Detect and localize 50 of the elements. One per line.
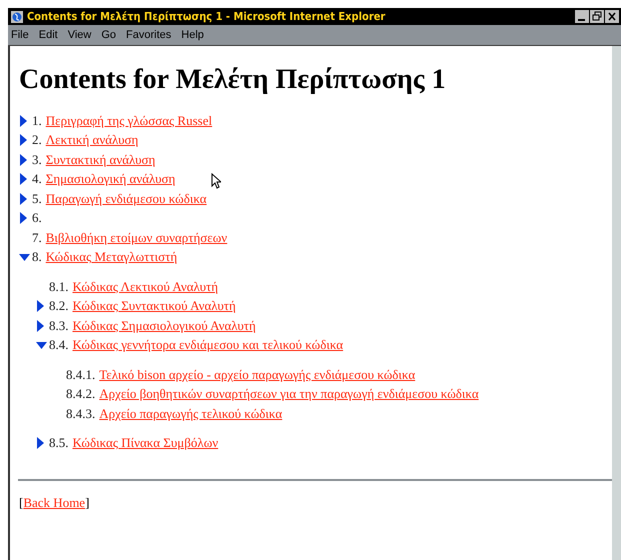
contents-link[interactable]: Κώδικας Μεταγλωττιστή bbox=[46, 249, 178, 266]
window-title: Contents for Μελέτη Περίπτωσης 1 - Microsoft Internet Explorer bbox=[27, 10, 386, 23]
minimize-icon[interactable] bbox=[575, 10, 589, 23]
item-number: 1. bbox=[32, 112, 42, 129]
menu-item[interactable]: Edit bbox=[38, 29, 58, 41]
item-number: 8.4.3. bbox=[66, 406, 96, 422]
item-number: 8.2. bbox=[49, 298, 68, 314]
menu-item[interactable]: Favorites bbox=[126, 29, 172, 41]
contents-link[interactable]: Κώδικας γεννήτορα ενδιάμεσου και τελικού κώδικα bbox=[72, 337, 344, 354]
contents-link[interactable]: Συντακτική ανάλυση bbox=[46, 152, 156, 168]
menu-item[interactable]: File bbox=[11, 29, 29, 41]
contents-link[interactable]: Βιβλιοθήκη ετοίμων συναρτήσεων bbox=[46, 230, 228, 246]
item-number: 8.4.1. bbox=[66, 366, 96, 383]
restore-icon[interactable] bbox=[590, 10, 604, 23]
bracket: [ bbox=[19, 495, 24, 510]
close-icon[interactable] bbox=[605, 10, 619, 23]
pointer-icon bbox=[211, 173, 221, 189]
item-number: 8.4.2. bbox=[66, 386, 96, 402]
item-number: 6. bbox=[32, 210, 42, 226]
item-number: 8.4. bbox=[49, 337, 68, 354]
globe-icon bbox=[11, 10, 23, 22]
contents-link[interactable]: Κώδικας Λεκτικού Αναλυτή bbox=[72, 278, 218, 295]
contents-link[interactable]: Παραγωγή ενδιάμεσου κώδικα bbox=[46, 190, 207, 207]
triangle-down-icon[interactable] bbox=[36, 339, 47, 352]
item-number: 7. bbox=[32, 230, 42, 246]
bracket: ] bbox=[85, 495, 90, 510]
contents-link[interactable]: Κώδικας Συντακτικού Αναλυτή bbox=[72, 298, 236, 314]
menu-item[interactable]: Go bbox=[101, 29, 116, 41]
item-number: 3. bbox=[32, 152, 42, 168]
contents-link[interactable]: Σημασιολογική ανάλυση bbox=[46, 171, 176, 188]
contents-link[interactable]: Αρχείο βοηθητικών συναρτήσεων για την παραγωγή ενδιάμεσου κώδικα bbox=[99, 386, 479, 402]
item-number: 5. bbox=[32, 190, 42, 207]
triangle-down-icon[interactable] bbox=[19, 251, 30, 264]
scrollbar[interactable] bbox=[612, 46, 621, 560]
contents-link[interactable]: Αρχείο παραγωγής τελικού κώδικα bbox=[99, 406, 282, 422]
item-number: 4. bbox=[32, 171, 42, 188]
contents-link[interactable]: Λεκτική ανάλυση bbox=[46, 132, 138, 148]
item-number: 2. bbox=[32, 132, 42, 148]
item-number: 8. bbox=[32, 249, 42, 266]
contents-link[interactable]: Κώδικας Πίνακα Συμβόλων bbox=[72, 435, 218, 452]
item-number: 8.1. bbox=[49, 278, 68, 295]
back-home-link[interactable]: Back Home bbox=[23, 495, 86, 510]
item-number: 8.3. bbox=[49, 318, 68, 334]
page-heading: Contents for Μελέτη Περίπτωσης 1 bbox=[19, 64, 447, 96]
item-number: 8.5. bbox=[49, 435, 68, 452]
menu-item[interactable]: View bbox=[68, 29, 92, 41]
menu-item[interactable]: Help bbox=[181, 29, 204, 41]
contents-link[interactable]: Περιγραφή της γλώσσας Russel bbox=[46, 112, 212, 129]
contents-link[interactable]: Τελικό bison αρχείο - αρχείο παραγωγής ενδιάμεσου κώδικα bbox=[99, 366, 416, 383]
contents-link[interactable]: Κώδικας Σημασιολογικού Αναλυτή bbox=[72, 318, 256, 334]
